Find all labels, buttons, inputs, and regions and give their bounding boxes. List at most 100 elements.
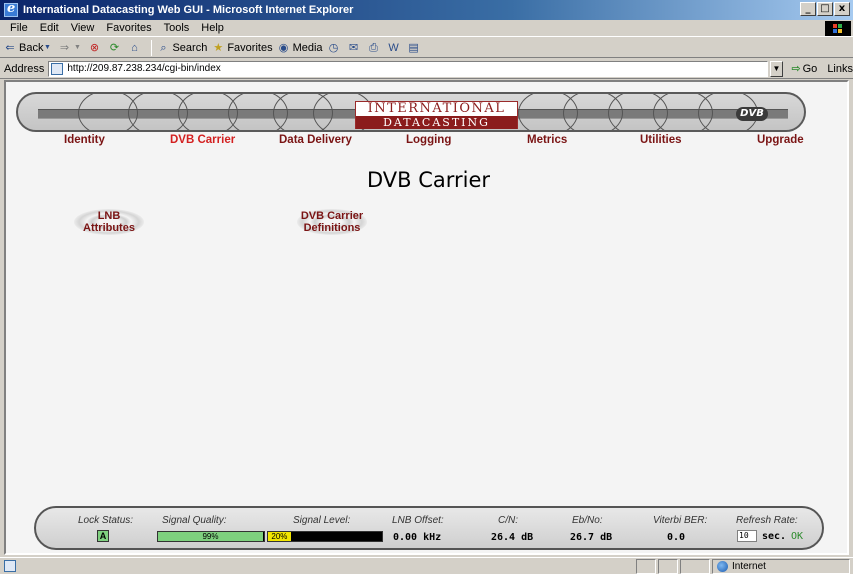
ebno-label: Eb/No: (572, 515, 603, 526)
windows-logo-icon (825, 21, 851, 36)
ie-icon (4, 1, 18, 17)
subnav-dvb-carrier-definitions[interactable]: DVB Carrier Definitions (287, 209, 377, 235)
window-title: International Datacasting Web GUI - Micr… (23, 4, 354, 16)
forward-arrow-icon: ⇒ (59, 41, 70, 54)
page-icon (51, 62, 64, 75)
subnav-line1: DVB Carrier (300, 210, 364, 222)
discuss-button[interactable]: ▤ (407, 41, 423, 55)
viterbi-value: 0.0 (667, 532, 686, 543)
stop-button[interactable]: ⊗ (87, 41, 103, 55)
ebno-value: 26.7 dB (570, 532, 613, 543)
close-button[interactable]: x (834, 2, 850, 16)
address-url: http://209.87.238.234/cgi-bin/index (67, 63, 221, 74)
refresh-icon: ⟳ (109, 41, 120, 54)
favorites-button[interactable]: ★ Favorites (211, 41, 272, 55)
nav-banner: INTERNATIONAL DATACASTING DVB (16, 92, 806, 132)
links-button[interactable]: Links (827, 63, 853, 75)
edit-button[interactable]: W (387, 41, 403, 55)
home-icon: ⌂ (131, 41, 138, 54)
status-cell (636, 559, 656, 574)
brand-logo: INTERNATIONAL DATACASTING (355, 101, 518, 129)
nav-data-delivery[interactable]: Data Delivery (279, 134, 352, 146)
address-bar: Address http://209.87.238.234/cgi-bin/in… (0, 59, 853, 79)
search-label: Search (172, 41, 208, 54)
lnb-offset-label: LNB Offset: (392, 515, 444, 526)
print-button[interactable]: ⎙ (367, 41, 383, 55)
favorites-icon: ★ (213, 41, 224, 54)
page-title: DVB Carrier (366, 168, 491, 192)
security-zone: Internet (712, 559, 850, 574)
globe-icon (717, 561, 728, 572)
stop-icon: ⊗ (89, 41, 100, 54)
window-controls: _ □ x (800, 2, 850, 16)
subnav-line1: LNB (97, 210, 121, 222)
go-button[interactable]: ⇨ Go (791, 62, 818, 76)
minimize-button[interactable]: _ (800, 2, 816, 16)
maximize-button[interactable]: □ (817, 2, 833, 16)
refresh-rate-unit: sec. (762, 531, 787, 542)
status-panel: Lock Status: A Signal Quality: 99% Signa… (34, 506, 824, 550)
nav-dvb-carrier[interactable]: DVB Carrier (170, 134, 235, 146)
go-label: Go (802, 62, 818, 75)
toolbar: ⇐ Back ▼ ⇒ ▼ ⊗ ⟳ ⌂ ⌕ Search ★ Favorites … (0, 38, 853, 58)
window-titlebar: International Datacasting Web GUI - Micr… (0, 0, 853, 20)
viterbi-label: Viterbi BER: (653, 515, 708, 526)
main-nav: Identity DVB Carrier Data Delivery Loggi… (6, 134, 847, 150)
mail-icon: ✉ (348, 41, 359, 54)
back-button[interactable]: ⇐ Back ▼ (3, 41, 53, 55)
subnav-line2: Attributes (83, 222, 135, 234)
menu-file[interactable]: File (4, 22, 34, 34)
mail-button[interactable]: ✉ (347, 41, 363, 55)
nav-utilities[interactable]: Utilities (640, 134, 682, 146)
discuss-icon: ▤ (408, 41, 419, 54)
nav-logging[interactable]: Logging (406, 134, 451, 146)
refresh-rate-label: Refresh Rate: (736, 515, 798, 526)
forward-button[interactable]: ⇒ ▼ (57, 41, 83, 55)
history-button[interactable]: ◷ (327, 41, 343, 55)
refresh-ok-button[interactable]: OK (791, 531, 803, 542)
address-input[interactable]: http://209.87.238.234/cgi-bin/index (48, 60, 768, 77)
brand-top-text: INTERNATIONAL (367, 101, 506, 116)
signal-level-label: Signal Level: (293, 515, 351, 526)
lnb-offset-value: 0.00 kHz (393, 532, 442, 543)
cn-value: 26.4 dB (491, 532, 534, 543)
refresh-button[interactable]: ⟳ (107, 41, 123, 55)
dvb-logo: DVB (736, 107, 768, 121)
nav-metrics[interactable]: Metrics (527, 134, 567, 146)
lock-status-indicator: A (97, 530, 109, 542)
signal-quality-bar: 99% (157, 531, 265, 542)
media-label: Media (292, 41, 323, 54)
menu-bar: File Edit View Favorites Tools Help (0, 20, 853, 37)
subnav-lnb-attributes[interactable]: LNB Attributes (74, 209, 144, 235)
refresh-rate-input[interactable]: 10 (737, 530, 757, 542)
favorites-label: Favorites (227, 41, 273, 54)
menu-edit[interactable]: Edit (34, 22, 65, 34)
chevron-down-icon: ▼ (74, 43, 81, 51)
lock-status-label: Lock Status: (78, 515, 134, 526)
brand-bottom-text: DATACASTING (356, 116, 517, 129)
go-arrow-icon: ⇨ (791, 63, 801, 75)
media-icon: ◉ (278, 41, 289, 54)
chevron-down-icon: ▼ (44, 43, 51, 51)
menu-help[interactable]: Help (195, 22, 230, 34)
menu-favorites[interactable]: Favorites (100, 22, 157, 34)
media-button[interactable]: ◉ Media (277, 41, 323, 55)
menu-view[interactable]: View (65, 22, 101, 34)
nav-identity[interactable]: Identity (64, 134, 105, 146)
subnav-line2: Definitions (303, 222, 361, 234)
signal-quality-label: Signal Quality: (162, 515, 227, 526)
print-icon: ⎙ (369, 41, 378, 54)
page-status-icon (4, 560, 16, 572)
page-content: INTERNATIONAL DATACASTING DVB Identity D… (4, 80, 849, 555)
nav-upgrade[interactable]: Upgrade (757, 134, 804, 146)
signal-level-fill: 20% (268, 532, 291, 541)
address-label: Address (4, 62, 45, 75)
toolbar-separator (151, 39, 153, 56)
cn-label: C/N: (498, 515, 518, 526)
home-button[interactable]: ⌂ (127, 41, 143, 55)
menu-tools[interactable]: Tools (158, 22, 196, 34)
address-dropdown-button[interactable]: ▼ (769, 60, 784, 77)
search-button[interactable]: ⌕ Search (156, 41, 207, 55)
signal-quality-fill: 99% (158, 532, 263, 541)
zone-label: Internet (732, 561, 766, 572)
